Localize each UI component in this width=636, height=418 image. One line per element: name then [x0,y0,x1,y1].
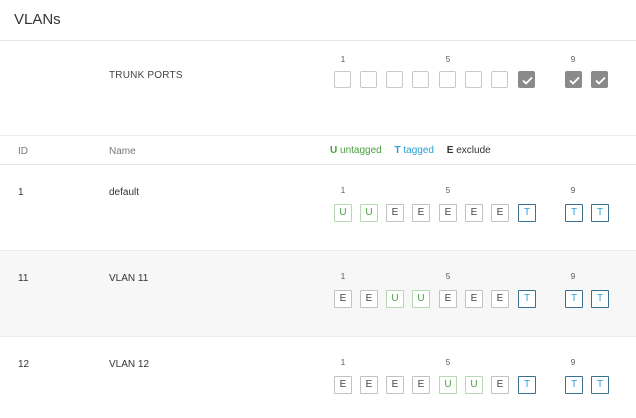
vlan-port-mode-button[interactable]: E [465,290,483,308]
legend-tagged-key: T [394,145,401,156]
vlan-port-mode-button[interactable]: T [591,204,609,222]
vlan-row: 11 VLAN 11 1 5 9 EEUUEEETTT [0,251,636,337]
vlan-port-mode-button[interactable]: E [439,290,457,308]
vlan-port-mode-button[interactable]: E [386,204,404,222]
trunk-port-checkbox[interactable] [334,71,351,88]
id-column-header: ID [18,146,28,157]
port-number-label: 5 [445,186,451,195]
vlan-port-mode-button[interactable]: E [360,376,378,394]
legend-tagged-text: tagged [403,145,434,156]
trunk-port-checkbox[interactable] [591,71,608,88]
vlan-id: 11 [18,273,29,284]
check-icon [569,76,580,85]
legend-untagged-text: untagged [340,145,382,156]
page-title: VLANs [14,11,61,28]
vlan-port-mode-button[interactable]: T [591,376,609,394]
vlan-row: 1 default 1 5 9 UUEEEEETTT [0,165,636,251]
port-number-label: 1 [340,186,346,195]
check-icon [595,76,606,85]
vlan-name: default [109,187,140,198]
trunk-port-checkbox[interactable] [386,71,403,88]
vlan-port-mode-button[interactable]: T [565,204,583,222]
vlan-row: 12 VLAN 12 1 5 9 EEEEUUETTT [0,337,636,418]
trunk-port-checkbox[interactable] [465,71,482,88]
vlan-name: VLAN 11 [109,273,149,284]
vlan-port-mode-button[interactable]: U [465,376,483,394]
port-number-label: 9 [570,272,576,281]
trunk-port-checkbox[interactable] [565,71,582,88]
vlan-port-mode-button[interactable]: T [565,376,583,394]
vlan-name: VLAN 12 [109,359,150,370]
trunk-port-checkbox[interactable] [491,71,508,88]
vlan-port-mode-button[interactable]: E [491,204,509,222]
name-column-header: Name [109,146,136,157]
vlan-port-mode-button[interactable]: E [386,376,404,394]
trunk-port-checkbox[interactable] [412,71,429,88]
vlan-port-mode-button[interactable]: U [439,376,457,394]
vlan-table: 1 default 1 5 9 UUEEEEETTT 11 VLAN 11 1 … [0,165,636,418]
trunk-port-checkbox[interactable] [439,71,456,88]
vlan-port-mode-button[interactable]: T [518,290,536,308]
port-number-label: 1 [340,55,346,64]
port-number-label: 1 [340,358,346,367]
port-number-label: 5 [445,272,451,281]
vlan-port-mode-button[interactable]: E [491,290,509,308]
vlan-port-mode-button[interactable]: T [565,290,583,308]
port-number-label: 1 [340,272,346,281]
vlan-port-mode-button[interactable]: U [412,290,430,308]
legend-exclude-text: exclude [456,145,491,156]
column-header-row: ID Name U untagged T tagged E exclude [0,136,636,165]
vlan-port-mode-button[interactable]: T [518,376,536,394]
trunk-ports-row: TRUNK PORTS 1 5 9 [0,41,636,136]
legend-untagged-key: U [330,145,338,156]
port-number-label: 9 [570,55,576,64]
port-number-label: 9 [570,186,576,195]
vlan-port-mode-button[interactable]: E [491,376,509,394]
check-icon [522,76,533,85]
vlan-id: 12 [18,359,30,370]
vlan-port-mode-button[interactable]: E [360,290,378,308]
trunk-port-checkbox[interactable] [518,71,535,88]
page-header: VLANs [0,0,636,41]
vlan-port-mode-button[interactable]: E [439,204,457,222]
vlan-port-mode-button[interactable]: U [386,290,404,308]
vlan-id: 1 [18,187,24,198]
vlan-port-mode-button[interactable]: T [591,290,609,308]
vlan-port-mode-button[interactable]: E [465,204,483,222]
vlan-port-mode-button[interactable]: T [518,204,536,222]
vlan-port-mode-button[interactable]: E [412,376,430,394]
vlan-port-mode-button[interactable]: E [412,204,430,222]
trunk-port-checkbox[interactable] [360,71,377,88]
trunk-ports-label: TRUNK PORTS [109,70,183,81]
port-number-label: 9 [570,358,576,367]
vlan-port-mode-button[interactable]: U [334,204,352,222]
vlan-port-mode-button[interactable]: E [334,290,352,308]
vlan-port-mode-button[interactable]: E [334,376,352,394]
port-number-label: 5 [445,358,451,367]
port-number-label: 5 [445,55,451,64]
legend-exclude-key: E [446,145,454,156]
vlan-port-mode-button[interactable]: U [360,204,378,222]
port-mode-legend: U untagged T tagged E exclude [330,145,491,156]
